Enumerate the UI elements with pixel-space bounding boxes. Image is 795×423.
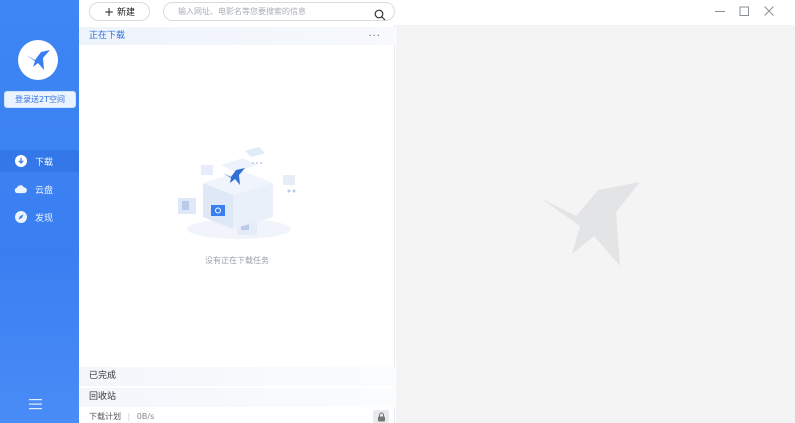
search-input[interactable]	[176, 6, 372, 17]
download-list-panel: 正在下载 ··· 没有正在下载任务 已完成 回收站 下载计划 | 0B/s	[79, 25, 395, 423]
top-toolbar: + 新建	[79, 0, 795, 25]
cloud-icon	[14, 183, 27, 196]
hamburger-menu-icon[interactable]	[28, 395, 44, 410]
download-plan-link[interactable]: 下载计划	[89, 412, 121, 421]
status-bar: 下载计划 | 0B/s	[79, 410, 395, 423]
close-icon[interactable]	[762, 4, 776, 18]
new-task-button[interactable]: + 新建	[89, 2, 150, 21]
maximize-icon[interactable]	[737, 4, 751, 18]
login-button[interactable]: 登录送2T空间	[4, 91, 76, 108]
recycle-label: 回收站	[89, 392, 117, 402]
plus-icon: +	[103, 4, 115, 19]
search-icon[interactable]	[374, 6, 386, 21]
sidebar-item-download[interactable]: 下载	[0, 150, 79, 172]
new-task-label: 新建	[117, 8, 136, 18]
sidebar-item-cloud[interactable]: 云盘	[0, 178, 79, 200]
bird-watermark-icon	[536, 180, 646, 270]
recycle-bin-group[interactable]: 回收站	[79, 388, 395, 407]
sidebar-item-label: 发现	[35, 213, 54, 224]
completed-label: 已完成	[89, 371, 117, 381]
download-icon	[14, 155, 27, 168]
downloading-section-header[interactable]: 正在下载 ···	[79, 27, 395, 45]
download-speed: 0B/s	[136, 412, 155, 421]
sidebar: 登录送2T空间 下载 云盘 发现	[0, 0, 79, 423]
app-logo[interactable]	[18, 40, 58, 80]
empty-state-message: 没有正在下载任务	[205, 256, 269, 265]
status-divider: |	[127, 412, 131, 421]
completed-group[interactable]: 已完成	[79, 367, 395, 386]
empty-state-illustration	[173, 143, 303, 243]
search-bar	[163, 2, 395, 21]
more-options-button[interactable]: ···	[368, 28, 381, 46]
sidebar-item-label: 云盘	[35, 185, 54, 196]
sidebar-item-discover[interactable]: 发现	[0, 206, 79, 228]
sidebar-item-label: 下载	[35, 157, 54, 168]
section-title: 正在下载	[89, 31, 126, 41]
minimize-icon[interactable]	[713, 4, 727, 18]
thunder-bird-logo-icon	[26, 50, 50, 70]
compass-icon	[14, 211, 27, 224]
lock-icon[interactable]	[373, 410, 389, 423]
detail-area	[396, 25, 795, 423]
